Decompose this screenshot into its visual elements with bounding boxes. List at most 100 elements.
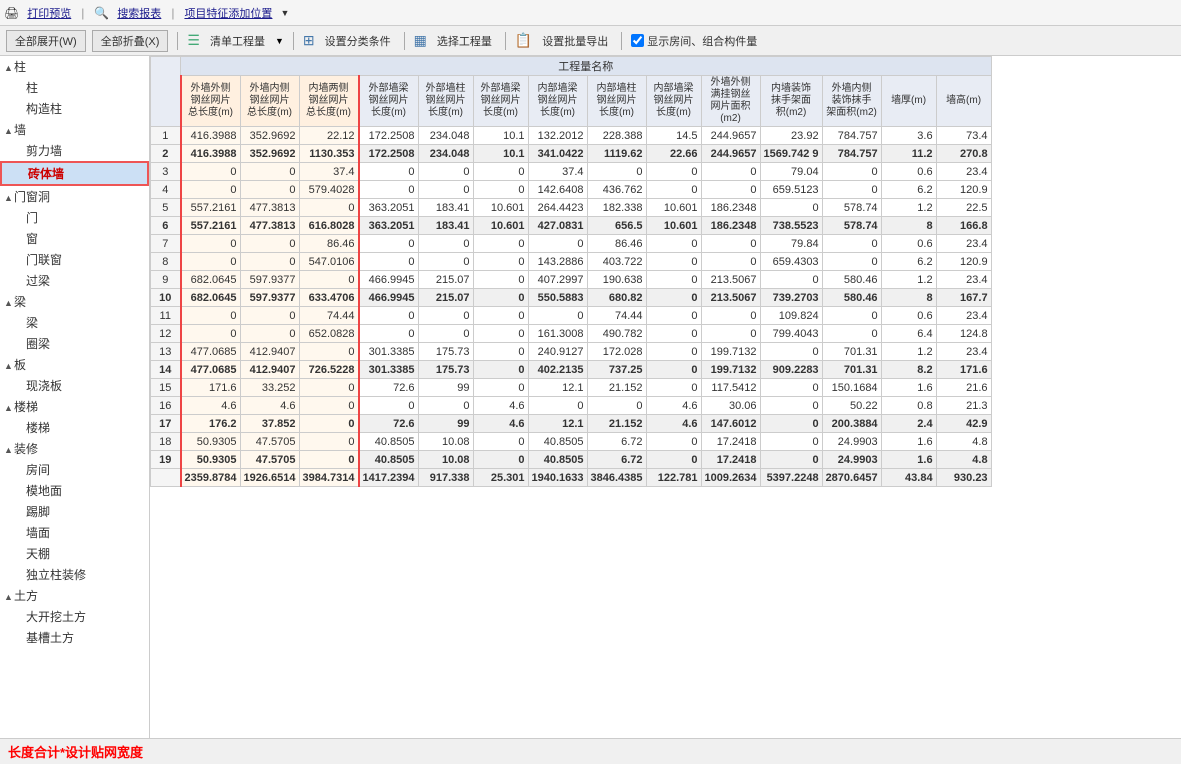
tree-item-label: 柱 bbox=[14, 60, 26, 74]
sidebar-item-xianzhuban[interactable]: 现浇板 bbox=[0, 375, 149, 396]
table-cell: 150.1684 bbox=[822, 379, 881, 397]
sidebar-item-qiangmian[interactable]: 墙面 bbox=[0, 522, 149, 543]
sidebar-item-shili[interactable]: 剪力墙 bbox=[0, 140, 149, 161]
location-dropdown[interactable]: ▼ bbox=[280, 8, 289, 18]
sidebar-item-tufang[interactable]: ▲土方 bbox=[0, 585, 149, 606]
table-cell: 0 bbox=[587, 397, 646, 415]
table-cell: 0 bbox=[646, 181, 701, 199]
table-cell: 784.757 bbox=[822, 127, 881, 145]
sidebar-item-liang[interactable]: ▲梁 bbox=[0, 291, 149, 312]
table-cell: 72.6 bbox=[359, 379, 419, 397]
table-cell: 1569.742 9 bbox=[760, 145, 822, 163]
table-row: 400579.4028000142.6408436.76200659.51230… bbox=[151, 181, 992, 199]
sidebar-item-dakuai[interactable]: 大开挖土方 bbox=[0, 606, 149, 627]
expand-all-btn[interactable]: 全部展开(W) bbox=[6, 30, 86, 52]
table-cell: 0 bbox=[760, 433, 822, 451]
sidebar-item-zhuangxiu[interactable]: ▲装修 bbox=[0, 438, 149, 459]
table-cell: 407.2997 bbox=[528, 271, 587, 289]
tree-item-label: 房间 bbox=[26, 463, 50, 477]
table-cell: 737.25 bbox=[587, 361, 646, 379]
filter-icon: ▦ bbox=[414, 32, 427, 49]
show-room-checkbox[interactable] bbox=[631, 34, 644, 47]
table-cell: 0 bbox=[181, 235, 241, 253]
table-wrapper[interactable]: 工程量名称 外墙外侧钢丝网片总长度(m)外墙内侧钢丝网片总长度(m)内墙两侧钢丝… bbox=[150, 56, 1181, 764]
sidebar-item-guoliang[interactable]: 过梁 bbox=[0, 270, 149, 291]
divider2 bbox=[293, 32, 294, 50]
table-cell: 73.4 bbox=[936, 127, 991, 145]
sidebar-item-zhuti[interactable]: 砖体墙 bbox=[0, 161, 149, 186]
table-cell: 23.4 bbox=[936, 163, 991, 181]
table-row: 800547.0106000143.2886403.72200659.43030… bbox=[151, 253, 992, 271]
col-header-c3: 内墙两侧钢丝网片总长度(m) bbox=[299, 76, 359, 127]
table-cell: 633.4706 bbox=[299, 289, 359, 307]
row-number: 11 bbox=[151, 307, 181, 325]
sidebar-item-jiaojiao[interactable]: 踢脚 bbox=[0, 501, 149, 522]
sidebar-item-gouzhu[interactable]: 构造柱 bbox=[0, 98, 149, 119]
table-cell: 183.41 bbox=[418, 199, 473, 217]
set-batch-btn[interactable]: 设置批量导出 bbox=[538, 33, 612, 49]
table-cell: 22.12 bbox=[299, 127, 359, 145]
sidebar-item-men[interactable]: 门 bbox=[0, 207, 149, 228]
sidebar-item-quanliang[interactable]: 圈梁 bbox=[0, 333, 149, 354]
table-cell: 0 bbox=[528, 307, 587, 325]
sidebar-item-loti[interactable]: ▲楼梯 bbox=[0, 396, 149, 417]
sidebar-item-jicao[interactable]: 基槽土方 bbox=[0, 627, 149, 648]
table-cell: 33.252 bbox=[240, 379, 299, 397]
table-cell: 215.07 bbox=[418, 271, 473, 289]
table-cell: 23.4 bbox=[936, 271, 991, 289]
table-cell: 24.9903 bbox=[822, 451, 881, 469]
set-category-btn[interactable]: 设置分类条件 bbox=[321, 33, 395, 49]
clear-work-btn[interactable]: 清单工程量 bbox=[206, 33, 269, 49]
table-row: 1850.930547.5705040.850510.08040.85056.7… bbox=[151, 433, 992, 451]
show-room-text: 显示房间、组合构件量 bbox=[647, 33, 757, 49]
sidebar-item-menlianchuang[interactable]: 门联窗 bbox=[0, 249, 149, 270]
sidebar-item-zhu-child[interactable]: 柱 bbox=[0, 77, 149, 98]
row-number: 4 bbox=[151, 181, 181, 199]
sidebar-item-duzhu[interactable]: 独立柱装修 bbox=[0, 564, 149, 585]
sidebar-item-menlian[interactable]: ▲门窗洞 bbox=[0, 186, 149, 207]
table-cell: 172.2508 bbox=[359, 127, 419, 145]
table-cell: 122.781 bbox=[646, 469, 701, 487]
table-cell: 0 bbox=[240, 235, 299, 253]
table-cell: 0 bbox=[418, 163, 473, 181]
sidebar-item-loti-child[interactable]: 楼梯 bbox=[0, 417, 149, 438]
print-label[interactable]: 打印预览 bbox=[27, 5, 71, 21]
table-cell: 109.824 bbox=[760, 307, 822, 325]
table-cell: 0 bbox=[822, 181, 881, 199]
sidebar-item-dimian[interactable]: 模地面 bbox=[0, 480, 149, 501]
sidebar-item-tianpeng[interactable]: 天棚 bbox=[0, 543, 149, 564]
tree-item-label: 梁 bbox=[14, 295, 26, 309]
table-cell: 199.7132 bbox=[701, 343, 760, 361]
table-cell: 578.74 bbox=[822, 217, 881, 235]
sidebar-item-fangjian[interactable]: 房间 bbox=[0, 459, 149, 480]
table-cell: 40.8505 bbox=[359, 433, 419, 451]
show-room-label[interactable]: 显示房间、组合构件量 bbox=[631, 33, 757, 49]
location-label[interactable]: 项目特征添加位置 bbox=[184, 5, 272, 21]
sidebar-item-ban[interactable]: ▲板 bbox=[0, 354, 149, 375]
table-cell: 240.9127 bbox=[528, 343, 587, 361]
search-label[interactable]: 搜索报表 bbox=[117, 5, 161, 21]
table-cell: 726.5228 bbox=[299, 361, 359, 379]
table-cell: 0 bbox=[299, 199, 359, 217]
table-cell: 213.5067 bbox=[701, 271, 760, 289]
table-cell: 0 bbox=[822, 307, 881, 325]
table-cell: 6.2 bbox=[881, 181, 936, 199]
select-work-btn[interactable]: 选择工程量 bbox=[433, 33, 496, 49]
table-cell: 0 bbox=[760, 397, 822, 415]
table-cell: 0 bbox=[359, 397, 419, 415]
table-cell: 0 bbox=[822, 235, 881, 253]
table-cell: 416.3988 bbox=[181, 145, 241, 163]
dropdown-arrow1[interactable]: ▼ bbox=[275, 36, 284, 46]
table-cell: 172.2508 bbox=[359, 145, 419, 163]
collapse-all-btn[interactable]: 全部折叠(X) bbox=[92, 30, 169, 52]
table-cell: 1940.1633 bbox=[528, 469, 587, 487]
table-cell: 0 bbox=[760, 343, 822, 361]
table-cell: 738.5523 bbox=[760, 217, 822, 235]
sidebar-item-chuang[interactable]: 窗 bbox=[0, 228, 149, 249]
table-cell: 10.601 bbox=[646, 217, 701, 235]
row-number: 1 bbox=[151, 127, 181, 145]
sidebar-item-liang-child[interactable]: 梁 bbox=[0, 312, 149, 333]
content-area: 工程量名称 外墙外侧钢丝网片总长度(m)外墙内侧钢丝网片总长度(m)内墙两侧钢丝… bbox=[150, 56, 1181, 764]
sidebar-item-qiang[interactable]: ▲墙 bbox=[0, 119, 149, 140]
sidebar-item-zhu[interactable]: ▲柱 bbox=[0, 56, 149, 77]
